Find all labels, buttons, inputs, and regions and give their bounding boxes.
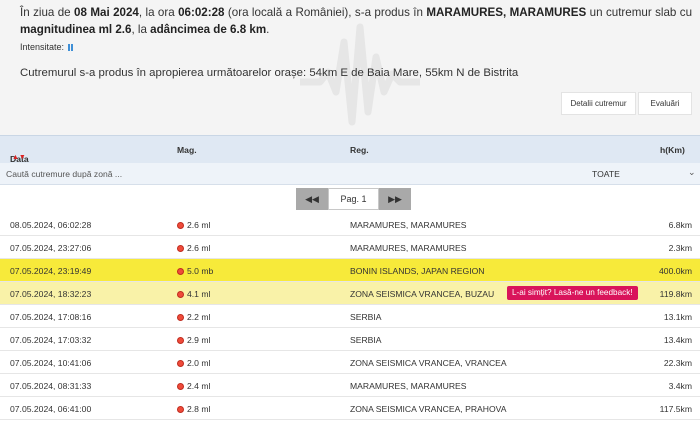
table-row[interactable]: 08.05.2024, 06:02:28 2.6 ml MARAMURES, M… [0,213,700,236]
summary-text: , la [131,23,151,36]
row-magnitude: 2.8 ml [177,404,210,414]
header-mag: Mag. [177,145,197,155]
feedback-button[interactable]: L-ai simțit? Lasă-ne un feedback! [507,286,638,300]
row-magnitude-value: 4.1 ml [187,289,211,299]
header-depth: h(Km) [660,145,685,155]
row-region: ZONA SEISMICA VRANCEA, VRANCEA [350,358,507,368]
double-chevron-left-icon: ◀◀ [305,193,319,204]
row-depth: 13.1km [663,312,692,322]
row-magnitude: 4.1 ml [177,289,210,299]
summary-depth: adâncimea de 6.8 km [150,23,267,36]
magnitude-dot-icon [177,291,184,298]
table-header: Data ▲▼ Mag. Reg. h(Km) [0,135,700,164]
row-region: BONIN ISLANDS, JAPAN REGION [350,266,485,276]
row-magnitude-value: 2.6 ml [187,220,211,230]
row-magnitude-value: 2.2 ml [187,312,211,322]
row-magnitude-value: 2.0 ml [187,358,211,368]
earthquake-table-body: 08.05.2024, 06:02:28 2.6 ml MARAMURES, M… [0,213,700,420]
row-magnitude: 2.6 ml [177,220,210,230]
intensity-bars-icon [68,44,71,51]
sort-arrows-icon[interactable]: ▲▼ [12,154,26,161]
region-filter-bar: Caută cutremure după zonă ... TOATE ⌄ [0,163,700,185]
row-region: MARAMURES, MARAMURES [350,243,467,253]
summary-magnitude: magnitudinea ml 2.6 [20,23,132,36]
row-date: 07.05.2024, 08:31:33 [10,381,92,391]
double-chevron-right-icon: ▶▶ [388,193,402,204]
table-row[interactable]: 07.05.2024, 10:41:06 2.0 ml ZONA SEISMIC… [0,351,700,374]
row-date: 07.05.2024, 10:41:06 [10,358,92,368]
event-details-button[interactable]: Detalii cutremur [561,92,636,115]
summary-text: , la ora [138,6,179,19]
intensity-label: Intensitate: [20,42,65,52]
summary-text: un cutremur slab cu [586,6,693,19]
page-indicator: Pag. 1 [328,188,379,210]
next-page-button[interactable]: ▶▶ [379,188,411,210]
row-magnitude-value: 5.0 mb [187,266,214,276]
row-magnitude-value: 2.6 ml [187,243,211,253]
row-depth: 22.3km [663,358,692,368]
magnitude-dot-icon [177,360,184,367]
row-depth: 2.3km [668,243,692,253]
event-summary-text: În ziua de 08 Mai 2024, la ora 06:02:28 … [20,4,692,38]
magnitude-dot-icon [177,222,184,229]
reviews-button[interactable]: Evaluări [638,92,692,115]
region-select[interactable]: TOATE [592,169,620,179]
event-summary-panel: În ziua de 08 Mai 2024, la ora 06:02:28 … [0,0,700,135]
header-region: Reg. [350,145,369,155]
summary-text: În ziua de [20,6,75,19]
row-magnitude: 2.2 ml [177,312,210,322]
row-region: SERBIA [350,312,382,322]
pagination: ◀◀ Pag. 1 ▶▶ [296,188,411,210]
summary-date: 08 Mai 2024 [74,6,139,19]
magnitude-dot-icon [177,406,184,413]
row-date: 08.05.2024, 06:02:28 [10,220,92,230]
previous-page-button[interactable]: ◀◀ [296,188,328,210]
magnitude-dot-icon [177,337,184,344]
row-region: ZONA SEISMICA VRANCEA, BUZAU [350,289,495,299]
row-depth: 6.8km [668,220,692,230]
summary-time: 06:02:28 [178,6,225,19]
row-depth: 400.0km [659,266,692,276]
row-depth: 117.5km [659,404,692,414]
row-date: 07.05.2024, 06:41:00 [10,404,92,414]
row-date: 07.05.2024, 23:19:49 [10,266,92,276]
row-depth: 13.4km [663,335,692,345]
table-row[interactable]: 07.05.2024, 18:32:23 4.1 ml ZONA SEISMIC… [0,282,700,305]
table-row[interactable]: 07.05.2024, 08:31:33 2.4 ml MARAMURES, M… [0,374,700,397]
row-region: MARAMURES, MARAMURES [350,220,467,230]
row-region: MARAMURES, MARAMURES [350,381,467,391]
row-magnitude: 5.0 mb [177,266,213,276]
row-magnitude-value: 2.4 ml [187,381,211,391]
row-depth: 3.4km [668,381,692,391]
row-magnitude: 2.6 ml [177,243,210,253]
table-row[interactable]: 07.05.2024, 23:19:49 5.0 mb BONIN ISLAND… [0,259,700,282]
row-date: 07.05.2024, 17:03:32 [10,335,92,345]
summary-place: MARAMURES, MARAMURES [426,6,587,19]
row-magnitude-value: 2.8 ml [187,404,211,414]
chevron-down-icon[interactable]: ⌄ [688,167,696,178]
row-magnitude: 2.9 ml [177,335,210,345]
row-magnitude-value: 2.9 ml [187,335,211,345]
summary-text: (ora locală a României), s-a produs în [224,6,427,19]
summary-text: . [266,23,270,36]
row-date: 07.05.2024, 18:32:23 [10,289,92,299]
row-depth: 119.8km [659,289,692,299]
row-magnitude: 2.4 ml [177,381,210,391]
row-magnitude: 2.0 ml [177,358,210,368]
magnitude-dot-icon [177,245,184,252]
magnitude-dot-icon [177,268,184,275]
table-row[interactable]: 07.05.2024, 06:41:00 2.8 ml ZONA SEISMIC… [0,397,700,420]
row-date: 07.05.2024, 17:08:16 [10,312,92,322]
row-region: ZONA SEISMICA VRANCEA, PRAHOVA [350,404,507,414]
magnitude-dot-icon [177,383,184,390]
nearby-cities-text: Cutremurul s-a produs în apropierea urmă… [20,67,519,79]
intensity-indicator: Intensitate: [20,42,71,52]
region-search-input[interactable]: Caută cutremure după zonă ... [6,169,122,179]
row-date: 07.05.2024, 23:27:06 [10,243,92,253]
row-region: SERBIA [350,335,382,345]
table-row[interactable]: 07.05.2024, 23:27:06 2.6 ml MARAMURES, M… [0,236,700,259]
table-row[interactable]: 07.05.2024, 17:08:16 2.2 ml SERBIA 13.1k… [0,305,700,328]
magnitude-dot-icon [177,314,184,321]
table-row[interactable]: 07.05.2024, 17:03:32 2.9 ml SERBIA 13.4k… [0,328,700,351]
